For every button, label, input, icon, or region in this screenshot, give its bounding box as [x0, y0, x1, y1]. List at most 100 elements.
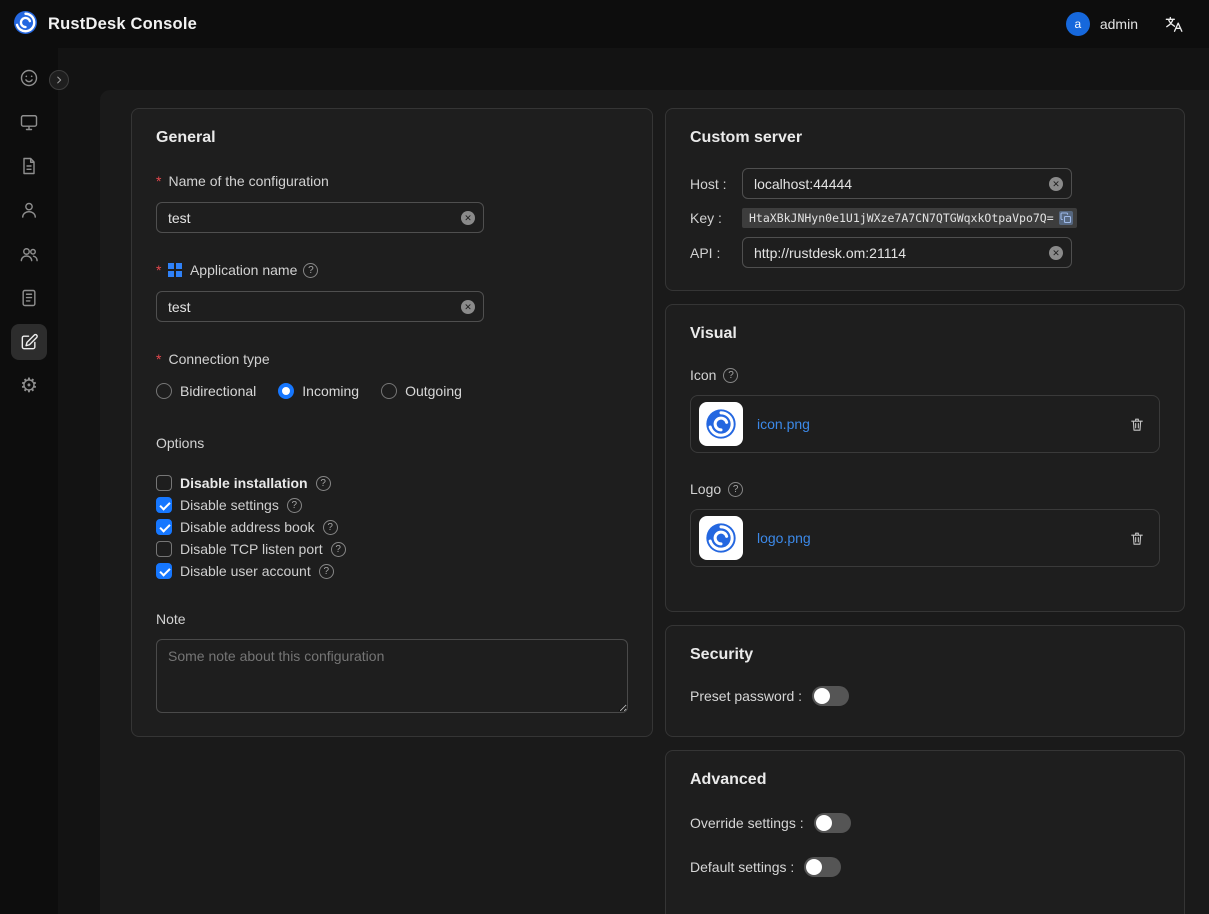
host-input[interactable]	[742, 168, 1072, 199]
logo-file-row: logo.png	[690, 509, 1160, 567]
journal-icon	[19, 288, 39, 308]
help-icon[interactable]: ?	[723, 368, 738, 383]
required-asterisk: *	[156, 351, 161, 367]
help-icon[interactable]: ?	[323, 520, 338, 535]
preset-password-label: Preset password :	[690, 688, 802, 704]
sidebar-item-users[interactable]	[11, 192, 47, 228]
radio-dot	[381, 383, 397, 399]
checkbox	[156, 475, 172, 491]
override-settings-toggle[interactable]	[814, 813, 851, 833]
logo-thumbnail	[699, 516, 743, 560]
default-settings-label: Default settings :	[690, 859, 794, 875]
sidebar: ⚙	[0, 48, 58, 914]
api-label: API :	[690, 245, 742, 261]
sidebar-expand-button[interactable]	[49, 70, 69, 90]
visual-title: Visual	[690, 325, 1160, 343]
trash-icon[interactable]	[1129, 416, 1145, 433]
help-icon[interactable]: ?	[287, 498, 302, 513]
help-icon[interactable]: ?	[331, 542, 346, 557]
help-icon[interactable]: ?	[316, 476, 331, 491]
sidebar-item-settings[interactable]: ⚙	[11, 368, 47, 404]
help-icon[interactable]: ?	[303, 263, 318, 278]
windows-icon	[168, 263, 182, 277]
sidebar-item-logs[interactable]	[11, 280, 47, 316]
custom-server-title: Custom server	[690, 129, 1160, 147]
advanced-card: Advanced Override settings : Default set…	[665, 750, 1185, 914]
content-panel: General * Name of the configuration ✕ * …	[100, 90, 1209, 914]
trash-icon[interactable]	[1129, 530, 1145, 547]
logo-file-link[interactable]: logo.png	[757, 530, 811, 546]
preset-password-toggle[interactable]	[812, 686, 849, 706]
sidebar-item-custom-clients[interactable]	[11, 324, 47, 360]
icon-file-link[interactable]: icon.png	[757, 416, 810, 432]
server-key-value: HtaXBkJNHyn0e1U1jWXze7A7CN7QTGWqxkOtpaVp…	[749, 211, 1054, 225]
custom-server-card: Custom server Host : ✕ Key : HtaXBkJNHyn…	[665, 108, 1185, 291]
brand: RustDesk Console	[13, 10, 197, 38]
sidebar-item-devices[interactable]	[11, 104, 47, 140]
check-disable-address-book[interactable]: Disable address book ?	[156, 519, 628, 535]
override-settings-label: Override settings :	[690, 815, 804, 831]
advanced-title: Advanced	[690, 771, 1160, 789]
sidebar-item-groups[interactable]	[11, 236, 47, 272]
radio-bidirectional[interactable]: Bidirectional	[156, 383, 256, 399]
host-label: Host :	[690, 176, 742, 192]
radio-dot	[156, 383, 172, 399]
security-title: Security	[690, 646, 1160, 664]
check-disable-user-account[interactable]: Disable user account ?	[156, 563, 628, 579]
clear-icon[interactable]: ✕	[1049, 246, 1063, 260]
logo-label: Logo ?	[690, 481, 1160, 497]
check-disable-tcp-listen-port[interactable]: Disable TCP listen port ?	[156, 541, 628, 557]
monitor-icon	[19, 112, 39, 132]
language-icon[interactable]	[1164, 15, 1183, 34]
help-icon[interactable]: ?	[319, 564, 334, 579]
radio-incoming[interactable]: Incoming	[278, 383, 359, 399]
security-card: Security Preset password :	[665, 625, 1185, 737]
config-name-label: * Name of the configuration	[156, 173, 628, 189]
general-title: General	[156, 129, 628, 147]
api-input[interactable]	[742, 237, 1072, 268]
help-icon[interactable]: ?	[728, 482, 743, 497]
key-label: Key :	[690, 210, 742, 226]
user-icon	[19, 200, 39, 220]
required-asterisk: *	[156, 173, 161, 189]
checkbox	[156, 563, 172, 579]
copy-icon[interactable]	[1059, 211, 1073, 225]
radio-outgoing[interactable]: Outgoing	[381, 383, 462, 399]
app-title: RustDesk Console	[48, 15, 197, 34]
app-name-input[interactable]	[156, 291, 484, 322]
right-column: Custom server Host : ✕ Key : HtaXBkJNHyn…	[665, 108, 1185, 914]
config-name-input[interactable]	[156, 202, 484, 233]
users-group-icon	[19, 244, 39, 264]
sidebar-item-overview[interactable]	[11, 60, 47, 96]
options-label: Options	[156, 435, 628, 451]
note-label: Note	[156, 611, 628, 627]
general-card: General * Name of the configuration ✕ * …	[131, 108, 653, 737]
sidebar-item-documents[interactable]	[11, 148, 47, 184]
icon-thumbnail	[699, 402, 743, 446]
check-disable-installation[interactable]: Disable installation ?	[156, 475, 628, 491]
icon-label: Icon ?	[690, 367, 1160, 383]
checkbox	[156, 519, 172, 535]
clear-icon[interactable]: ✕	[461, 300, 475, 314]
note-textarea[interactable]	[156, 639, 628, 713]
checkbox	[156, 497, 172, 513]
check-disable-settings[interactable]: Disable settings ?	[156, 497, 628, 513]
connection-type-label: * Connection type	[156, 351, 628, 367]
gear-icon: ⚙	[20, 376, 38, 396]
avatar[interactable]: a	[1066, 12, 1090, 36]
rustdesk-logo-icon	[13, 10, 38, 38]
document-icon	[19, 156, 39, 176]
app-name-label: * Application name ?	[156, 262, 628, 278]
radio-dot	[278, 383, 294, 399]
checkbox	[156, 541, 172, 557]
icon-file-row: icon.png	[690, 395, 1160, 453]
clear-icon[interactable]: ✕	[461, 211, 475, 225]
smiley-icon	[19, 68, 39, 88]
username[interactable]: admin	[1100, 16, 1138, 32]
clear-icon[interactable]: ✕	[1049, 177, 1063, 191]
connection-type-group: Bidirectional Incoming Outgoing	[156, 383, 628, 399]
required-asterisk: *	[156, 262, 161, 278]
top-bar: RustDesk Console a admin	[0, 0, 1209, 48]
default-settings-toggle[interactable]	[804, 857, 841, 877]
server-key-chip: HtaXBkJNHyn0e1U1jWXze7A7CN7QTGWqxkOtpaVp…	[742, 208, 1077, 228]
